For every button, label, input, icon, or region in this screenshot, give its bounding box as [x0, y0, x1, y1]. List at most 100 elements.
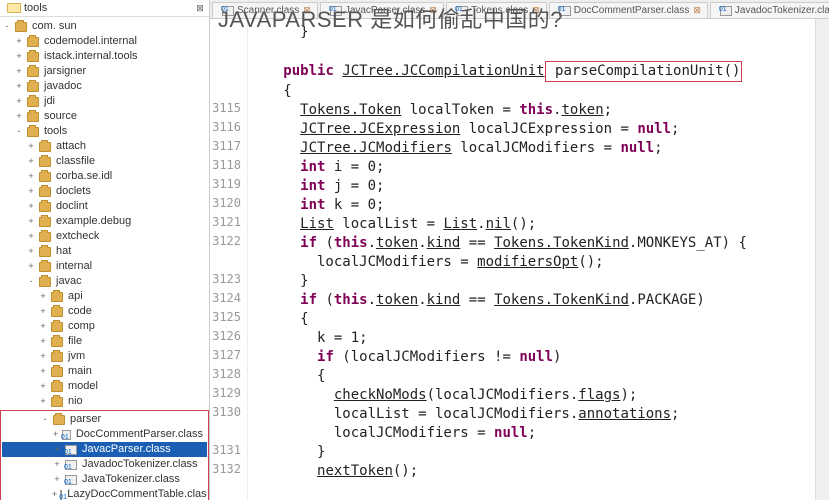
tree-item[interactable]: -parser: [2, 412, 207, 427]
tree-item[interactable]: + source: [0, 109, 209, 124]
expand-icon[interactable]: -: [2, 19, 12, 34]
tree-view[interactable]: -com. sun+codemodel.internal+istack.inte…: [0, 17, 209, 500]
expand-icon[interactable]: +: [38, 304, 48, 319]
expand-icon[interactable]: +: [14, 79, 24, 94]
expand-icon[interactable]: +: [38, 394, 48, 409]
expand-icon[interactable]: +: [26, 229, 36, 244]
expand-icon[interactable]: +: [26, 139, 36, 154]
tab-close-icon[interactable]: ⊠: [693, 5, 701, 16]
expand-icon[interactable]: +: [14, 49, 24, 64]
tree-item[interactable]: -tools: [0, 124, 209, 139]
expand-icon[interactable]: +: [26, 169, 36, 184]
expand-icon[interactable]: +: [14, 109, 24, 124]
code-line[interactable]: }: [258, 272, 815, 291]
vertical-scrollbar[interactable]: [815, 19, 829, 500]
code-line[interactable]: public JCTree.JCCompilationUnit parseCom…: [258, 61, 815, 82]
code-line[interactable]: localJCModifiers = modifiersOpt();: [258, 253, 815, 272]
expand-icon[interactable]: +: [52, 427, 59, 442]
tree-item[interactable]: +file: [0, 334, 209, 349]
expand-icon[interactable]: +: [26, 244, 36, 259]
tree-item[interactable]: +model: [0, 379, 209, 394]
editor-tab[interactable]: DocCommentParser.class⊠: [549, 2, 708, 18]
tree-item[interactable]: +code: [0, 304, 209, 319]
expand-icon[interactable]: +: [14, 64, 24, 79]
code-line[interactable]: if (this.token.kind == Tokens.TokenKind.…: [258, 291, 815, 310]
tree-item[interactable]: +JavacParser.class: [2, 442, 207, 457]
expand-icon[interactable]: +: [38, 349, 48, 364]
expand-icon[interactable]: +: [26, 199, 36, 214]
tree-item[interactable]: +JavadocTokenizer.class: [2, 457, 207, 472]
expand-icon[interactable]: +: [52, 487, 57, 500]
tree-item[interactable]: +classfile: [0, 154, 209, 169]
cls-icon: [65, 460, 77, 470]
tree-item[interactable]: +corba.se.idl: [0, 169, 209, 184]
expand-icon[interactable]: +: [38, 289, 48, 304]
tree-item[interactable]: +JavaTokenizer.class: [2, 472, 207, 487]
tree-root[interactable]: -com. sun: [0, 19, 209, 34]
code-content[interactable]: } public JCTree.JCCompilationUnit parseC…: [248, 19, 815, 500]
tree-item[interactable]: +jvm: [0, 349, 209, 364]
code-line[interactable]: checkNoMods(localJCModifiers.flags);: [258, 386, 815, 405]
tab-label: DocCommentParser.class: [574, 5, 690, 16]
tree-item[interactable]: +comp: [0, 319, 209, 334]
tree-item[interactable]: +internal: [0, 259, 209, 274]
tree-item[interactable]: +hat: [0, 244, 209, 259]
explorer-title: tools: [24, 2, 47, 14]
code-line[interactable]: nextToken();: [258, 462, 815, 481]
code-line[interactable]: List localList = List.nil();: [258, 215, 815, 234]
code-line[interactable]: localList = localJCModifiers.annotations…: [258, 405, 815, 424]
expand-icon[interactable]: +: [26, 184, 36, 199]
expand-icon[interactable]: -: [14, 124, 24, 139]
tree-item[interactable]: +jarsigner: [0, 64, 209, 79]
expand-icon[interactable]: +: [14, 94, 24, 109]
code-line[interactable]: JCTree.JCModifiers localJCModifiers = nu…: [258, 139, 815, 158]
code-line[interactable]: localJCModifiers = null;: [258, 424, 815, 443]
tree-item[interactable]: +example.debug: [0, 214, 209, 229]
tree-item[interactable]: +doclets: [0, 184, 209, 199]
tree-item[interactable]: +istack.internal.tools: [0, 49, 209, 64]
tree-item[interactable]: -javac: [0, 274, 209, 289]
code-line[interactable]: if (this.token.kind == Tokens.TokenKind.…: [258, 234, 815, 253]
expand-icon[interactable]: +: [38, 334, 48, 349]
tree-item-label: source: [42, 109, 79, 124]
expand-icon[interactable]: +: [26, 214, 36, 229]
tree-item[interactable]: +LazyDocCommentTable.clas: [2, 487, 207, 500]
expand-icon[interactable]: +: [52, 472, 62, 487]
code-line[interactable]: [258, 42, 815, 61]
code-line[interactable]: int k = 0;: [258, 196, 815, 215]
tree-item[interactable]: +nio: [0, 394, 209, 409]
expand-icon[interactable]: +: [38, 319, 48, 334]
expand-icon[interactable]: +: [52, 457, 62, 472]
editor-tab[interactable]: JavadocTokenizer.class⊠: [710, 2, 829, 18]
pkg-icon: [51, 322, 63, 332]
code-line[interactable]: k = 1;: [258, 329, 815, 348]
tree-item[interactable]: +extcheck: [0, 229, 209, 244]
close-icon[interactable]: ⊠: [195, 3, 205, 14]
expand-icon[interactable]: -: [40, 412, 50, 427]
code-line[interactable]: }: [258, 443, 815, 462]
tree-item-label: JavacParser.class: [80, 442, 173, 457]
tree-item[interactable]: +codemodel.internal: [0, 34, 209, 49]
tree-item[interactable]: +api: [0, 289, 209, 304]
expand-icon[interactable]: +: [26, 259, 36, 274]
code-line[interactable]: int i = 0;: [258, 158, 815, 177]
expand-icon[interactable]: +: [38, 379, 48, 394]
code-line[interactable]: {: [258, 310, 815, 329]
expand-icon[interactable]: -: [26, 274, 36, 289]
explorer-header[interactable]: tools ⊠: [0, 0, 209, 17]
tree-item[interactable]: +main: [0, 364, 209, 379]
code-line[interactable]: {: [258, 367, 815, 386]
tree-item[interactable]: +jdi: [0, 94, 209, 109]
code-line[interactable]: if (localJCModifiers != null): [258, 348, 815, 367]
tree-item[interactable]: +javadoc: [0, 79, 209, 94]
expand-icon[interactable]: +: [14, 34, 24, 49]
code-line[interactable]: Tokens.Token localToken = this.token;: [258, 101, 815, 120]
tree-item[interactable]: +attach: [0, 139, 209, 154]
code-line[interactable]: int j = 0;: [258, 177, 815, 196]
tree-item[interactable]: +DocCommentParser.class: [2, 427, 207, 442]
expand-icon[interactable]: +: [38, 364, 48, 379]
tree-item[interactable]: +doclint: [0, 199, 209, 214]
code-line[interactable]: JCTree.JCExpression localJCExpression = …: [258, 120, 815, 139]
code-line[interactable]: {: [258, 82, 815, 101]
expand-icon[interactable]: +: [26, 154, 36, 169]
